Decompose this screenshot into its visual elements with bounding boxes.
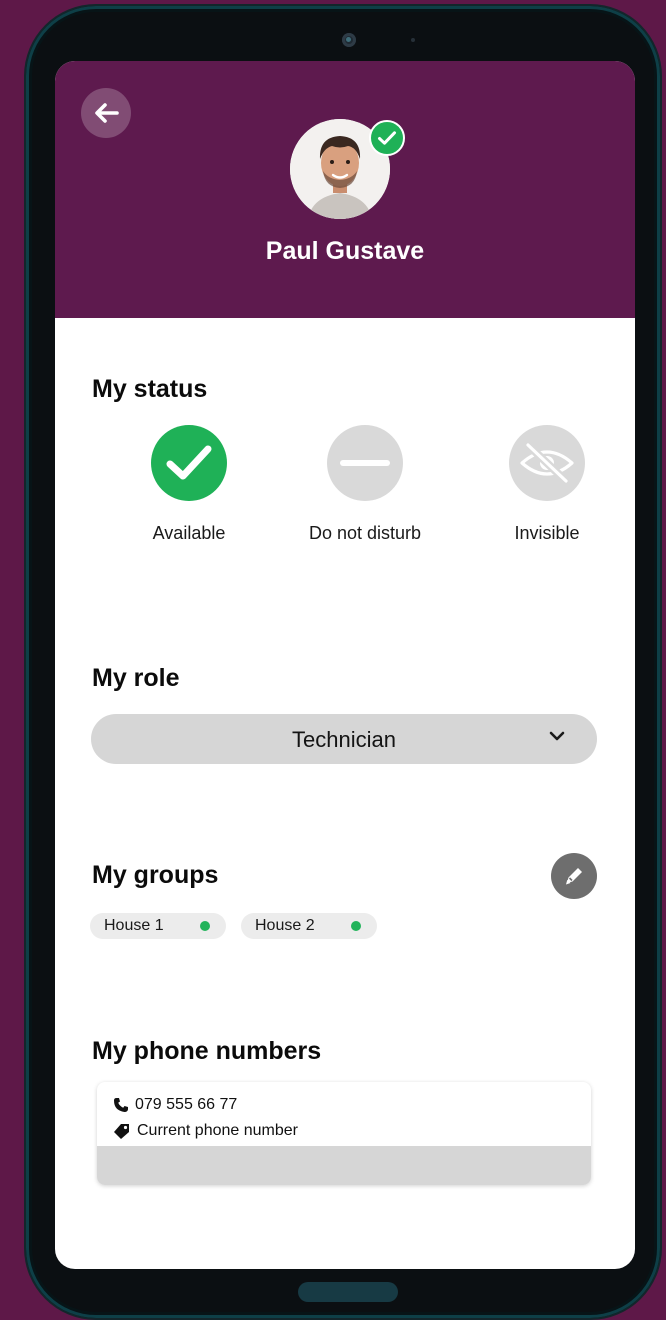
group-status-dot — [351, 921, 361, 931]
minus-icon — [340, 460, 390, 466]
status-dnd-button[interactable] — [327, 425, 403, 501]
profile-header: Paul Gustave — [55, 61, 635, 318]
back-button[interactable] — [81, 88, 131, 138]
tag-icon — [114, 1124, 129, 1139]
online-status-badge — [369, 120, 405, 156]
role-section-title: My role — [92, 664, 180, 692]
check-icon — [166, 445, 212, 480]
role-selected-value: Technician — [292, 727, 396, 752]
status-label-available: Available — [152, 523, 226, 543]
status-option-do-not-disturb[interactable]: Do not disturb — [285, 425, 445, 545]
status-section-title: My status — [92, 375, 208, 403]
group-chip-house-2[interactable]: House 2 — [241, 913, 377, 939]
groups-section-title: My groups — [92, 861, 219, 889]
role-dropdown[interactable]: Technician — [91, 714, 597, 764]
phone-card-footer — [97, 1146, 591, 1185]
edit-groups-button[interactable] — [551, 853, 597, 899]
phone-frame: Paul Gustave My status Available Do not … — [26, 6, 660, 1318]
status-option-available[interactable]: Available — [109, 425, 269, 545]
front-camera — [342, 33, 356, 47]
home-indicator[interactable] — [298, 1282, 398, 1302]
phone-tag: Current phone number — [137, 1122, 298, 1139]
phone-tag-row: Current phone number — [113, 1122, 298, 1140]
phone-number-card[interactable]: 079 555 66 77 Current phone number — [97, 1082, 591, 1185]
status-option-invisible[interactable]: Invisible — [467, 425, 627, 545]
status-available-button[interactable] — [151, 425, 227, 501]
phone-number: 079 555 66 77 — [135, 1096, 238, 1113]
proximity-sensor — [411, 38, 415, 42]
phone-icon — [114, 1098, 128, 1112]
phones-section-title: My phone numbers — [92, 1037, 322, 1065]
group-chip-house-1[interactable]: House 1 — [90, 913, 226, 939]
status-label-invisible: Invisible — [514, 523, 580, 543]
phone-number-row: 079 555 66 77 — [113, 1096, 237, 1114]
app-screen: Paul Gustave My status Available Do not … — [55, 61, 635, 1269]
status-invisible-button[interactable] — [509, 425, 585, 501]
group-status-dot — [200, 921, 210, 931]
pencil-icon — [566, 868, 582, 885]
chevron-down-icon — [549, 731, 565, 741]
user-name: Paul Gustave — [265, 237, 425, 265]
arrow-left-icon — [95, 103, 119, 123]
status-label-do-not-disturb: Do not disturb — [308, 523, 422, 543]
group-chip-label: House 2 — [255, 917, 315, 934]
check-icon — [378, 131, 396, 145]
group-chip-label: House 1 — [104, 917, 164, 934]
eye-slash-icon — [520, 441, 574, 485]
